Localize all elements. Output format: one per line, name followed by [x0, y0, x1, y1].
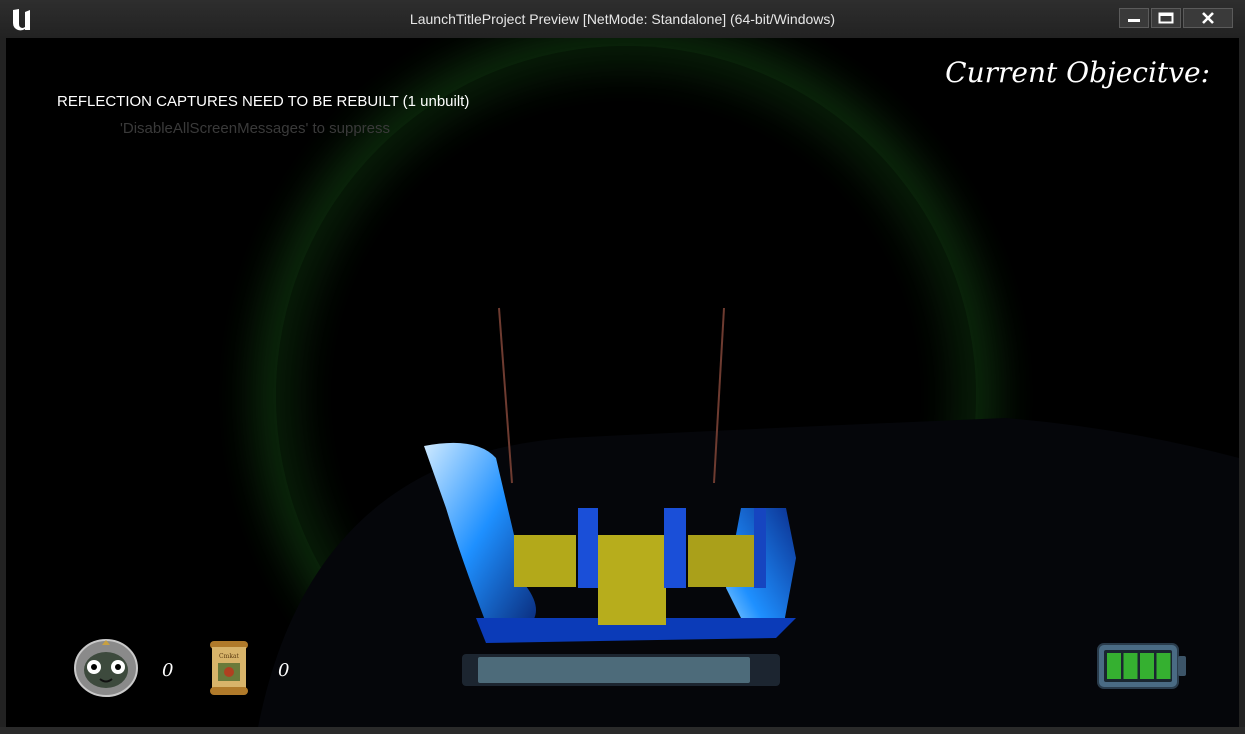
- suppress-hint: 'DisableAllScreenMessages' to suppress: [120, 120, 391, 137]
- battery-cell: [1140, 653, 1154, 679]
- scene-render: [256, 307, 1239, 727]
- minimize-icon: [1128, 19, 1140, 22]
- window-frame-right: [1239, 38, 1245, 727]
- battery-cell: [1107, 653, 1121, 679]
- maximize-button[interactable]: [1151, 8, 1181, 28]
- close-icon: [1202, 12, 1214, 24]
- window-titlebar[interactable]: LaunchTitleProject Preview [NetMode: Sta…: [0, 0, 1245, 38]
- stamina-bar: [462, 654, 780, 686]
- creature-token-icon: [74, 639, 138, 697]
- minimize-button[interactable]: [1119, 8, 1149, 28]
- battery-cell: [1123, 653, 1138, 679]
- game-viewport[interactable]: REFLECTION CAPTURES NEED TO BE REBUILT (…: [6, 38, 1239, 727]
- scroll-count: 0: [278, 660, 290, 681]
- scroll-label: Cmkat: [219, 653, 239, 660]
- token-count: 0: [162, 660, 174, 681]
- close-button[interactable]: [1183, 8, 1233, 28]
- window-title: LaunchTitleProject Preview [NetMode: Sta…: [409, 11, 836, 27]
- stamina-bar-fill: [478, 657, 750, 683]
- battery-cell: [1156, 653, 1171, 679]
- current-objective-title: Current Objecitve:: [945, 56, 1210, 89]
- maximize-icon: [1158, 12, 1174, 24]
- window-frame-bottom: [0, 727, 1245, 734]
- reflection-warning: REFLECTION CAPTURES NEED TO BE REBUILT (…: [57, 93, 470, 110]
- scroll-icon: Cmkat: [210, 641, 248, 695]
- battery-icon: [1097, 643, 1186, 689]
